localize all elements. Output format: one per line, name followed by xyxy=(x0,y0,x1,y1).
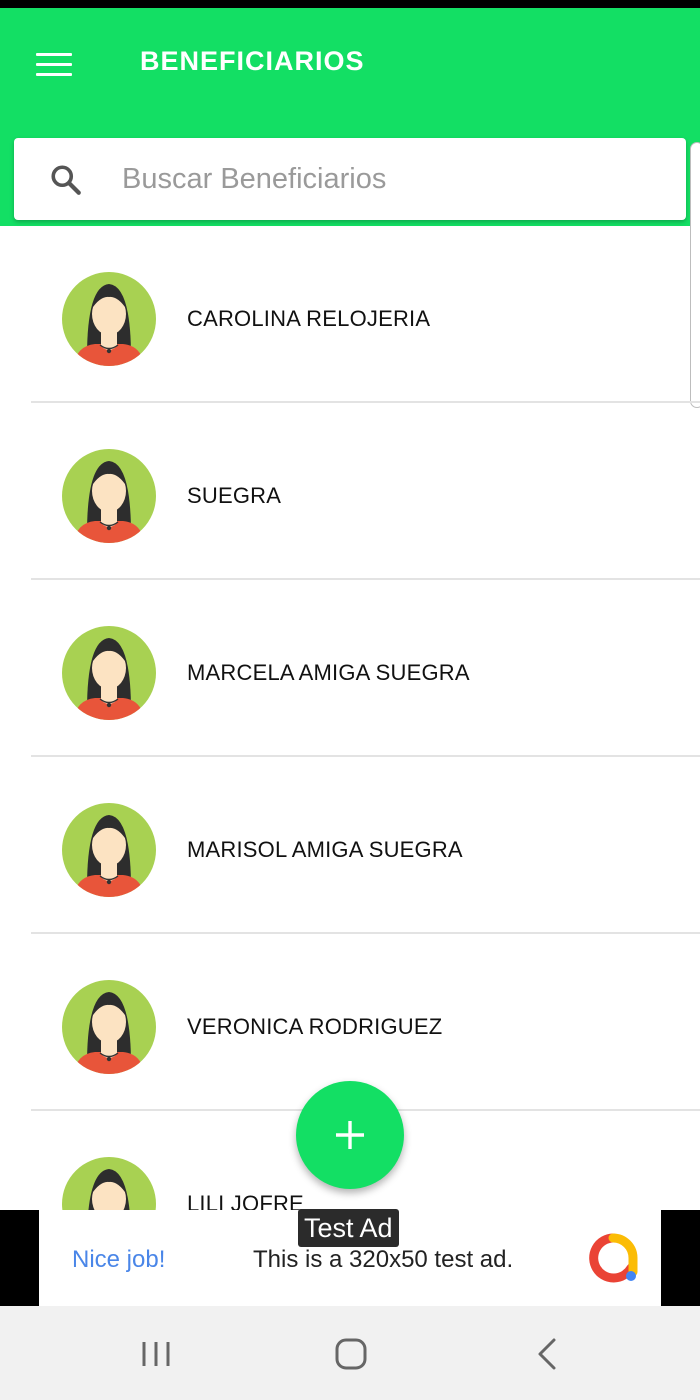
female-avatar-icon xyxy=(62,449,156,543)
ad-area: Nice job! This is a 320x50 test ad. Test… xyxy=(0,1209,700,1306)
page-title: BENEFICIARIOS xyxy=(140,46,365,76)
ad-body: This is a 320x50 test ad. xyxy=(253,1246,514,1273)
beneficiary-name: VERONICA RODRIGUEZ xyxy=(187,1014,443,1039)
search-bar xyxy=(14,138,686,220)
female-avatar-icon xyxy=(62,272,156,366)
add-beneficiary-button[interactable] xyxy=(296,1081,404,1189)
test-ad-label: Test Ad xyxy=(298,1209,399,1247)
search-icon xyxy=(51,165,81,195)
ad-choices-logo-icon[interactable] xyxy=(587,1232,639,1284)
beneficiary-name: LILI JOFRE xyxy=(187,1191,304,1210)
list-item[interactable]: SUEGRA xyxy=(0,403,700,580)
ad-headline: Nice job! xyxy=(72,1246,166,1273)
beneficiary-name: MARCELA AMIGA SUEGRA xyxy=(187,660,470,685)
female-avatar-icon xyxy=(62,626,156,720)
beneficiary-name: SUEGRA xyxy=(187,483,282,508)
list-item[interactable]: MARISOL AMIGA SUEGRA xyxy=(0,757,700,934)
back-icon[interactable] xyxy=(528,1334,568,1374)
beneficiary-name: MARISOL AMIGA SUEGRA xyxy=(187,837,463,862)
recent-apps-icon[interactable] xyxy=(136,1334,176,1374)
list-item[interactable]: MARCELA AMIGA SUEGRA xyxy=(0,580,700,757)
plus-icon xyxy=(336,1121,364,1149)
system-nav-bar xyxy=(0,1306,700,1400)
app-bar: BENEFICIARIOS xyxy=(0,8,700,226)
female-avatar-icon xyxy=(62,1157,156,1210)
status-bar xyxy=(0,0,700,8)
female-avatar-icon xyxy=(62,803,156,897)
beneficiary-list: CAROLINA RELOJERIA SUEGRA MARCELA AMIGA … xyxy=(0,226,700,1210)
female-avatar-icon xyxy=(62,980,156,1074)
home-icon[interactable] xyxy=(331,1334,371,1374)
beneficiary-name: CAROLINA RELOJERIA xyxy=(187,306,431,331)
hamburger-menu-icon[interactable] xyxy=(30,44,78,84)
list-item[interactable]: CAROLINA RELOJERIA xyxy=(0,226,700,403)
search-input[interactable] xyxy=(122,156,662,202)
